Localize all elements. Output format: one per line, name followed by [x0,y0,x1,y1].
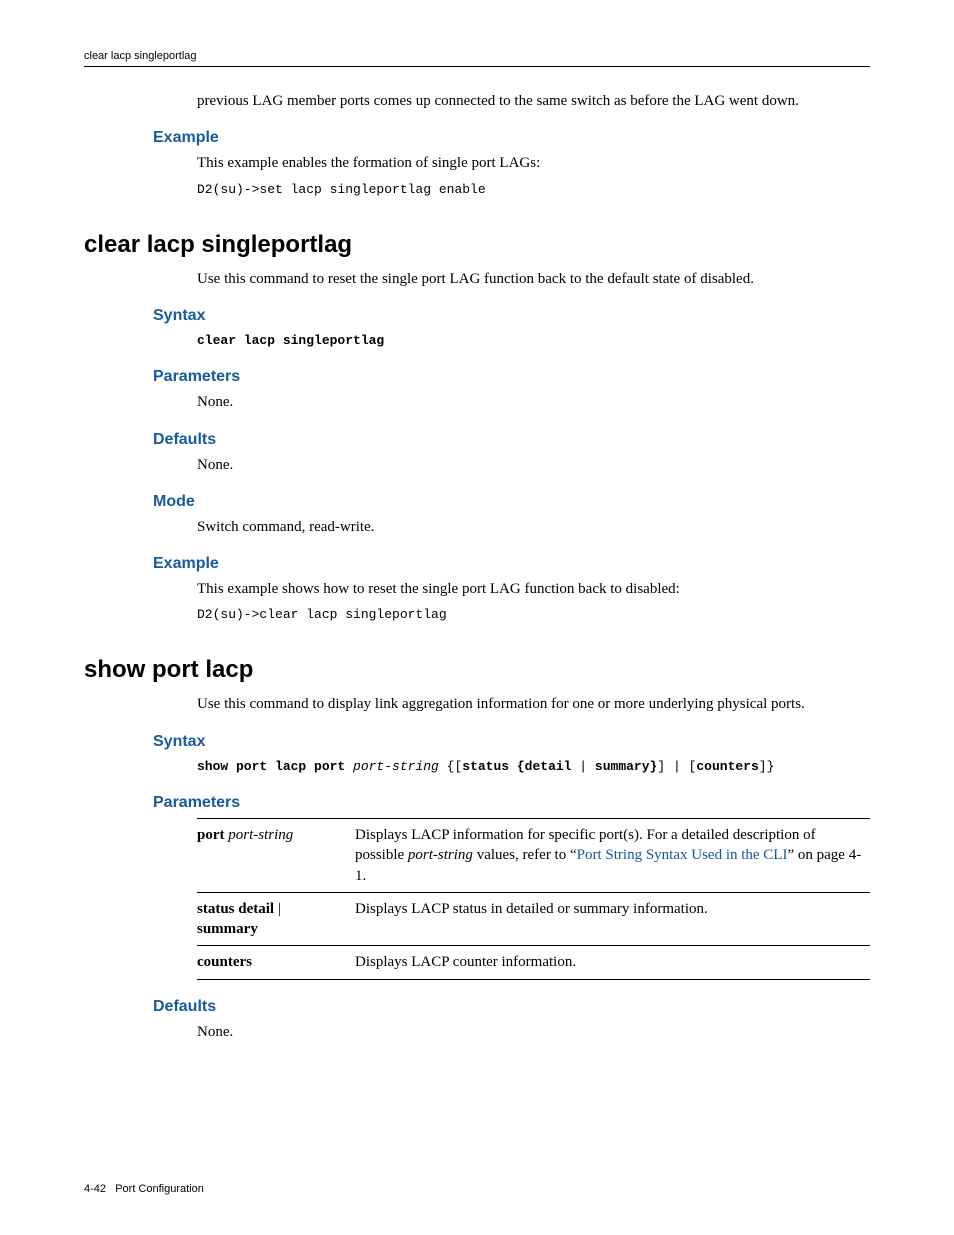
cmd2-desc: Use this command to display link aggrega… [197,694,870,714]
cmd1-desc: Use this command to reset the single por… [197,269,870,289]
footer-section: Port Configuration [115,1183,204,1195]
cmd2-params-table: port port-string Displays LACP informati… [197,818,870,980]
cmd1-defaults-p: None. [197,455,870,475]
cmd1-example-h: Example [153,555,870,573]
cmd2-defaults-p: None. [197,1022,870,1042]
running-header: clear lacp singleportlag [84,50,870,67]
cmd2-params-h: Parameters [153,794,870,812]
page: clear lacp singleportlag previous LAG me… [0,0,954,1235]
cmd1-defaults-h: Defaults [153,431,870,449]
cmd2-defaults-h: Defaults [153,998,870,1016]
command-title-clear-lacp: clear lacp singleportlag [84,231,870,259]
cmd2-syntax-code: show port lacp port port-string {[status… [197,757,870,777]
cmd1-syntax-code: clear lacp singleportlag [197,331,870,351]
page-footer: 4-42 Port Configuration [84,1183,204,1195]
cmd1-syntax-h: Syntax [153,307,870,325]
table-row: counters Displays LACP counter informati… [197,946,870,979]
section-example-0: Example [153,129,870,147]
cmd1-example-p: This example shows how to reset the sing… [197,579,870,599]
page-number: 4-42 [84,1183,106,1195]
cmd1-example-code: D2(su)->clear lacp singleportlag [197,607,870,622]
example0-code: D2(su)->set lacp singleportlag enable [197,182,870,197]
table-row: port port-string Displays LACP informati… [197,819,870,893]
cmd1-mode-p: Switch command, read-write. [197,517,870,537]
cmd1-mode-h: Mode [153,493,870,511]
cmd1-params-h: Parameters [153,368,870,386]
xref-port-string-syntax[interactable]: Port String Syntax Used in the CLI [577,847,788,863]
cmd1-params-p: None. [197,392,870,412]
command-title-show-port-lacp: show port lacp [84,656,870,684]
example0-desc: This example enables the formation of si… [197,153,870,173]
cmd2-syntax-h: Syntax [153,733,870,751]
intro-continued: previous LAG member ports comes up conne… [197,91,870,111]
table-row: status detail | summary Displays LACP st… [197,892,870,946]
